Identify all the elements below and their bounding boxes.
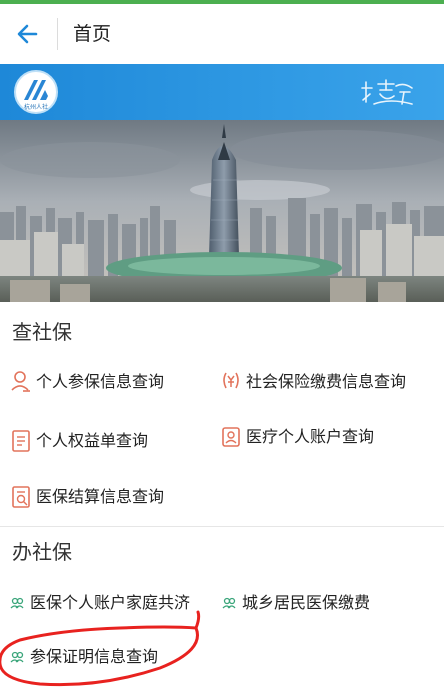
section-title-service: 办社保 [12, 540, 72, 564]
hz-hrss-logo: 杭州人社 [14, 70, 58, 114]
section-divider [0, 526, 444, 527]
people-icon [222, 597, 236, 609]
hangzhou-city-emblem [361, 79, 413, 105]
menu-item-resident-medical-payment[interactable]: 城乡居民医保缴费 [222, 588, 370, 618]
arrow-left-icon [17, 24, 38, 44]
page-title: 首页 [73, 23, 112, 45]
menu-item-family-mutual-aid[interactable]: 医保个人账户家庭共济 [10, 588, 190, 618]
menu-item-medical-account[interactable]: 医疗个人账户查询 [220, 422, 374, 452]
menu-item-label: 参保证明信息查询 [30, 647, 159, 666]
yen-icon [223, 372, 239, 389]
people-icon [10, 651, 24, 663]
menu-item-personal-insurance-info[interactable]: 个人参保信息查询 [10, 367, 164, 397]
menu-item-label: 个人参保信息查询 [36, 372, 165, 391]
menu-item-label: 个人权益单查询 [36, 431, 149, 450]
menu-item-medical-settlement[interactable]: 医保结算信息查询 [10, 482, 164, 512]
menu-item-insurance-certificate[interactable]: 参保证明信息查询 [10, 642, 158, 672]
people-icon [10, 597, 24, 609]
menu-item-label: 城乡居民医保缴费 [242, 593, 371, 612]
menu-item-label: 医保结算信息查询 [36, 487, 165, 506]
menu-item-personal-rights-statement[interactable]: 个人权益单查询 [10, 426, 148, 456]
app-banner: 杭州人社 [0, 64, 444, 120]
medical-card-icon [222, 427, 240, 447]
hero-skyline-photo [0, 120, 444, 302]
logo-caption: 杭州人社 [23, 104, 48, 111]
menu-item-label: 社会保险缴费信息查询 [246, 372, 407, 391]
section-title-query: 查社保 [12, 320, 72, 344]
menu-item-insurance-payment-info[interactable]: 社会保险缴费信息查询 [220, 367, 406, 397]
menu-item-label: 医疗个人账户查询 [246, 427, 375, 446]
back-button[interactable] [14, 20, 42, 48]
document-icon [12, 430, 30, 452]
receipt-icon [12, 486, 30, 508]
person-icon [11, 371, 30, 392]
menu-item-label: 医保个人账户家庭共济 [30, 593, 191, 612]
nav-bar: 首页 [0, 4, 444, 64]
nav-divider [57, 18, 58, 50]
